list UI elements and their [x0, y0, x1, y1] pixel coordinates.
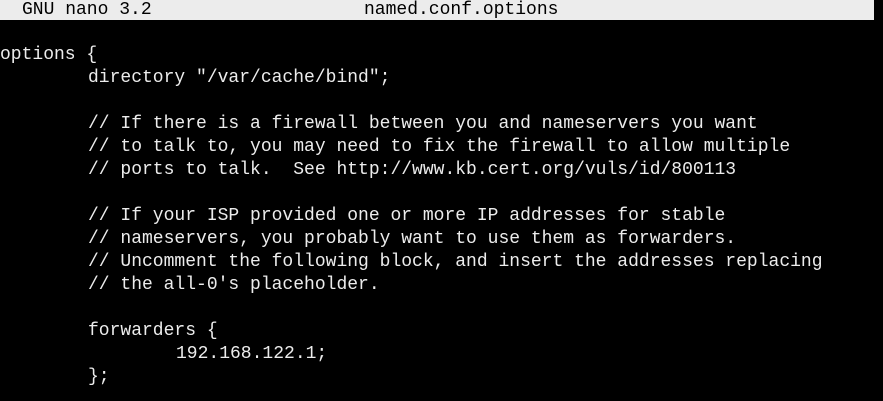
- code-line[interactable]: // the all-0's placeholder.: [0, 274, 883, 297]
- code-line[interactable]: // If your ISP provided one or more IP a…: [0, 205, 883, 228]
- code-line[interactable]: // If there is a firewall between you an…: [0, 113, 883, 136]
- nano-title-bar: GNU nano 3.2 named.conf.options: [0, 0, 874, 20]
- code-line[interactable]: // nameservers, you probably want to use…: [0, 228, 883, 251]
- code-line[interactable]: // ports to talk. See http://www.kb.cert…: [0, 159, 883, 182]
- code-line[interactable]: [0, 90, 883, 113]
- code-line[interactable]: // Uncomment the following block, and in…: [0, 251, 883, 274]
- code-line[interactable]: };: [0, 366, 883, 389]
- code-line[interactable]: forwarders {: [0, 320, 883, 343]
- code-line[interactable]: directory "/var/cache/bind";: [0, 67, 883, 90]
- app-version: GNU nano 3.2: [22, 0, 152, 20]
- code-line[interactable]: options {: [0, 44, 883, 67]
- text-editor-area[interactable]: options { directory "/var/cache/bind"; /…: [0, 44, 883, 389]
- code-line[interactable]: [0, 297, 883, 320]
- code-line[interactable]: // to talk to, you may need to fix the f…: [0, 136, 883, 159]
- code-line[interactable]: 192.168.122.1;: [0, 343, 883, 366]
- code-line[interactable]: [0, 182, 883, 205]
- file-name: named.conf.options: [364, 0, 559, 20]
